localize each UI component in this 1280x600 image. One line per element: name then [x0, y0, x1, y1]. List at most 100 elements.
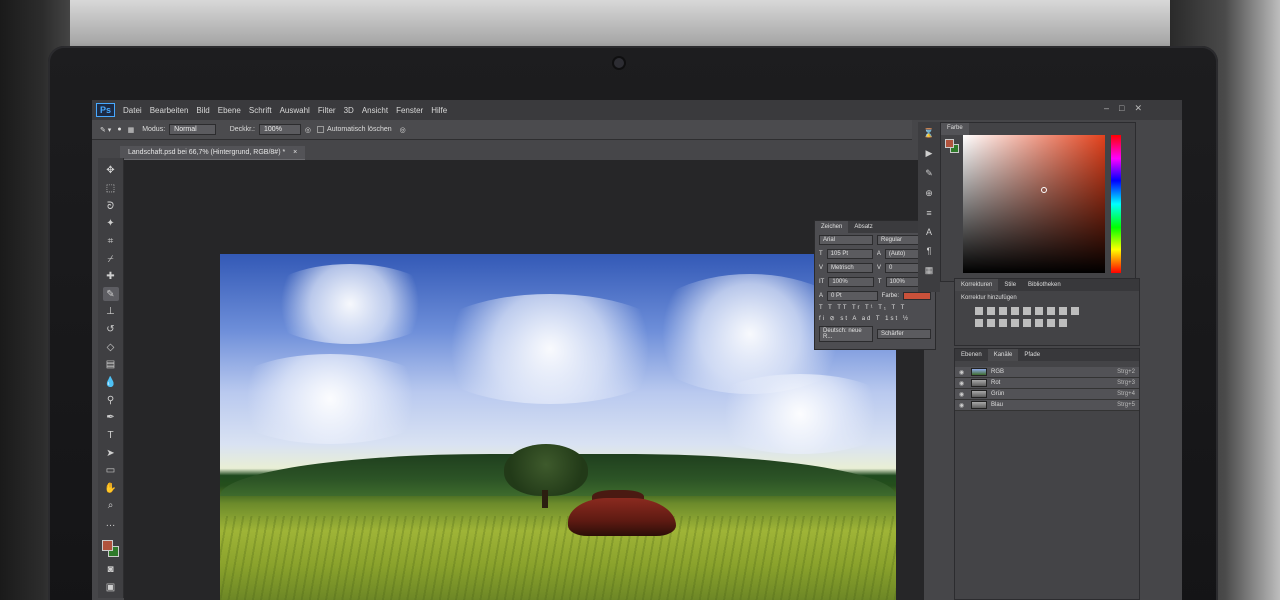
tab-absatz[interactable]: Absatz: [848, 224, 878, 230]
properties-icon[interactable]: ≡: [926, 208, 931, 218]
channel-row[interactable]: ◉ RGB Strg+2: [955, 367, 1139, 378]
color-swatches[interactable]: [101, 540, 120, 558]
menu-ebene[interactable]: Ebene: [218, 106, 241, 115]
zoom-tool-icon[interactable]: ⌕: [103, 499, 119, 513]
marquee-tool-icon[interactable]: ⬚: [103, 182, 119, 196]
baseline-shift-field[interactable]: 0 Pt: [827, 291, 878, 301]
auto-erase-checkbox[interactable]: [317, 126, 325, 133]
eyedropper-tool-icon[interactable]: ⌿: [103, 252, 119, 266]
text-style-buttons[interactable]: T T TT Tr T¹ T₁ T T: [819, 305, 906, 311]
glyphs-panel-icon[interactable]: ▦: [925, 265, 934, 276]
exposure-icon[interactable]: [1011, 307, 1019, 315]
character-panel-icon[interactable]: A: [926, 227, 932, 237]
clone-source-icon[interactable]: ⊕: [925, 188, 933, 199]
hue-saturation-icon[interactable]: [1047, 307, 1055, 315]
menu-schrift[interactable]: Schrift: [249, 106, 272, 115]
panel-foreground-swatch[interactable]: [945, 139, 954, 148]
brightness-icon[interactable]: [975, 307, 983, 315]
hand-tool-icon[interactable]: ✋: [103, 482, 119, 496]
landscape-artwork[interactable]: [220, 254, 896, 600]
canvas-area[interactable]: [124, 160, 924, 600]
channel-row[interactable]: ◉ Rot Strg+3: [955, 378, 1139, 389]
color-picker-handle[interactable]: [1041, 187, 1047, 193]
tab-bibliotheken[interactable]: Bibliotheken: [1022, 282, 1067, 288]
lasso-tool-icon[interactable]: ᘐ: [103, 199, 119, 213]
gradient-map-icon[interactable]: [1047, 319, 1055, 327]
quick-mask-icon[interactable]: ◙: [103, 563, 119, 577]
tab-zeichen[interactable]: Zeichen: [815, 221, 849, 233]
brush-tool-icon-active[interactable]: ✎: [102, 287, 119, 302]
color-picker-field[interactable]: [963, 135, 1105, 273]
levels-icon[interactable]: [987, 307, 995, 315]
history-brush-icon[interactable]: ↺: [103, 323, 119, 337]
invert-icon[interactable]: [1011, 319, 1019, 327]
menu-auswahl[interactable]: Auswahl: [280, 106, 310, 115]
font-size-field[interactable]: 105 Pt: [826, 249, 873, 259]
menu-ansicht[interactable]: Ansicht: [362, 106, 388, 115]
font-family-select[interactable]: Arial: [819, 235, 873, 245]
photo-filter-icon[interactable]: [975, 319, 983, 327]
bw-icon[interactable]: [1071, 307, 1079, 315]
shape-tool-icon[interactable]: ▭: [103, 464, 119, 478]
type-tool-icon[interactable]: T: [103, 429, 119, 443]
healing-tool-icon[interactable]: ✚: [103, 270, 119, 284]
vibrance-icon[interactable]: [1023, 307, 1031, 315]
hue-slider[interactable]: [1111, 135, 1121, 273]
visibility-eye-icon[interactable]: ◉: [959, 391, 967, 398]
menu-hilfe[interactable]: Hilfe: [431, 106, 447, 115]
history-panel-icon[interactable]: ⌛: [923, 128, 934, 139]
more-tools-icon[interactable]: …: [103, 517, 119, 531]
visibility-eye-icon[interactable]: ◉: [959, 402, 967, 409]
triangle-icon[interactable]: [1035, 307, 1043, 315]
opacity-field[interactable]: 100%: [259, 124, 301, 135]
channel-row[interactable]: ◉ Grün Strg+4: [955, 389, 1139, 400]
tab-stile[interactable]: Stile: [998, 282, 1022, 288]
quick-select-tool-icon[interactable]: ✦: [103, 217, 119, 231]
pressure-opacity-icon[interactable]: ◎: [305, 126, 311, 134]
gradient-tool-icon[interactable]: ▤: [103, 358, 119, 372]
dodge-tool-icon[interactable]: ⚲: [103, 393, 119, 407]
blur-tool-icon[interactable]: 💧: [103, 376, 119, 390]
color-balance-icon[interactable]: [1059, 307, 1067, 315]
move-tool-icon[interactable]: ✥: [103, 164, 119, 178]
curves-icon[interactable]: [999, 307, 1007, 315]
menu-filter[interactable]: Filter: [318, 106, 336, 115]
document-tab[interactable]: Landschaft.psd bei 66,7% (Hintergrund, R…: [120, 146, 306, 160]
tab-ebenen[interactable]: Ebenen: [955, 352, 988, 358]
menu-bearbeiten[interactable]: Bearbeiten: [150, 106, 189, 115]
path-select-icon[interactable]: ➤: [103, 446, 119, 460]
menu-3d[interactable]: 3D: [344, 106, 354, 115]
antialias-select[interactable]: Schärfer: [877, 329, 931, 339]
actions-panel-icon[interactable]: ▶: [926, 148, 933, 159]
crop-tool-icon[interactable]: ⌗: [103, 235, 119, 249]
minimize-icon[interactable]: –: [1104, 103, 1109, 114]
opentype-buttons[interactable]: fi ⊘ st A ad T 1st ½: [819, 315, 910, 322]
brush-preset-icon[interactable]: ●: [117, 126, 121, 133]
vertical-scale-field[interactable]: 100%: [828, 277, 874, 287]
selective-color-icon[interactable]: [1059, 319, 1067, 327]
pressure-size-icon[interactable]: ◎: [400, 126, 406, 134]
color-lookup-icon[interactable]: [999, 319, 1007, 327]
menu-datei[interactable]: Datei: [123, 106, 142, 115]
tab-pfade[interactable]: Pfade: [1018, 352, 1046, 358]
brush-panel-icon[interactable]: ▦: [128, 126, 135, 134]
menu-fenster[interactable]: Fenster: [396, 106, 423, 115]
menu-bild[interactable]: Bild: [196, 106, 209, 115]
kerning-field[interactable]: Metrisch: [827, 263, 873, 273]
posterize-icon[interactable]: [1023, 319, 1031, 327]
pen-tool-icon[interactable]: ✒: [103, 411, 119, 425]
channel-mixer-icon[interactable]: [987, 319, 995, 327]
threshold-icon[interactable]: [1035, 319, 1043, 327]
mode-select[interactable]: Normal: [169, 124, 216, 135]
close-icon[interactable]: ✕: [1134, 103, 1142, 114]
panel-fg-bg-swatches[interactable]: [945, 139, 959, 153]
brush-settings-icon[interactable]: ✎: [925, 168, 933, 179]
stamp-tool-icon[interactable]: ⊥: [103, 305, 119, 319]
visibility-eye-icon[interactable]: ◉: [959, 369, 967, 376]
tab-farbe[interactable]: Farbe: [941, 123, 969, 135]
text-color-chip[interactable]: [903, 292, 931, 300]
maximize-icon[interactable]: □: [1119, 103, 1124, 114]
screen-mode-icon[interactable]: ▣: [103, 580, 119, 594]
language-select[interactable]: Deutsch: neue R...: [819, 326, 873, 342]
tab-kanaele[interactable]: Kanäle: [987, 349, 1019, 361]
